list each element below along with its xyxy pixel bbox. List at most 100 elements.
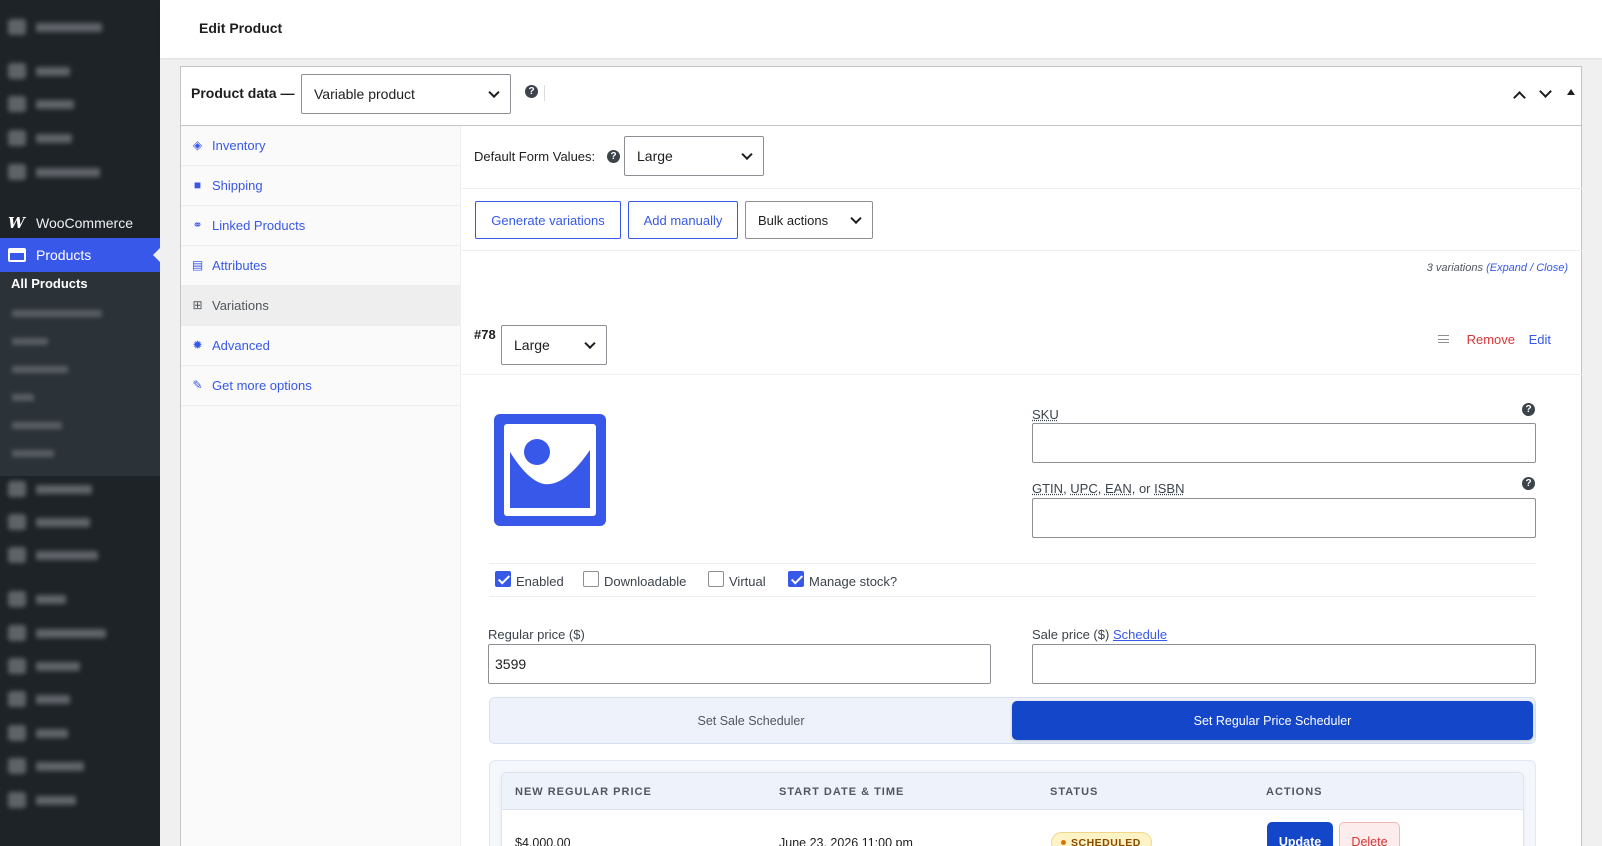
- remove-variation-link[interactable]: Remove: [1467, 332, 1515, 347]
- sidebar-item-products[interactable]: Products: [0, 238, 161, 272]
- tag-icon: ◈: [192, 138, 203, 152]
- chevron-down-icon: [488, 86, 500, 99]
- add-manually-button[interactable]: Add manually: [628, 201, 738, 239]
- expand-close-link[interactable]: (Expand / Close): [1486, 262, 1568, 274]
- sidebar-item-analytics[interactable]: [0, 513, 160, 531]
- tab-get-more-options[interactable]: ✎ Get more options: [181, 366, 460, 406]
- sidebar-item-payments[interactable]: [0, 480, 160, 498]
- collapse-triangle-icon[interactable]: [1567, 89, 1575, 95]
- chevron-down-icon: [584, 337, 596, 350]
- sidebar-item-appearance[interactable]: [0, 624, 160, 642]
- sidebar-subitem-tags[interactable]: [12, 394, 34, 401]
- variation-size-value: Large: [514, 337, 550, 353]
- help-icon[interactable]: ?: [607, 150, 620, 163]
- default-size-select[interactable]: Large: [624, 136, 764, 176]
- sidebar-item-marketing[interactable]: [0, 546, 160, 564]
- gear-icon: ✹: [192, 338, 203, 352]
- manage-stock-label: Manage stock?: [809, 574, 898, 589]
- sale-price-input[interactable]: [1032, 644, 1536, 684]
- archive-icon: [8, 248, 26, 262]
- tab-inventory[interactable]: ◈ Inventory: [181, 126, 460, 166]
- product-type-select[interactable]: Variable product: [301, 74, 511, 114]
- set-sale-scheduler-tab[interactable]: Set Sale Scheduler: [490, 698, 1012, 743]
- sidebar-subitem-all-products[interactable]: All Products: [11, 276, 88, 291]
- sidebar-subitem-reviews[interactable]: [12, 450, 54, 457]
- help-icon[interactable]: ?: [1522, 477, 1535, 490]
- sidebar-item-tools[interactable]: [0, 724, 160, 742]
- virtual-label: Virtual: [729, 574, 766, 589]
- status-badge: SCHEDULED: [1051, 832, 1152, 846]
- chevron-up-icon[interactable]: [1513, 91, 1526, 104]
- variation-size-select[interactable]: Large: [501, 325, 607, 365]
- enabled-label: Enabled: [516, 574, 564, 589]
- help-icon[interactable]: ?: [1522, 403, 1535, 416]
- gtin-input[interactable]: [1032, 498, 1536, 538]
- product-data-label: Product data —: [191, 85, 295, 101]
- divider: [489, 563, 1536, 564]
- set-regular-price-scheduler-tab[interactable]: Set Regular Price Scheduler: [1012, 701, 1533, 740]
- tab-label: Linked Products: [212, 218, 306, 233]
- sidebar-item-blocks[interactable]: [0, 590, 160, 608]
- sidebar-item-label: Products: [36, 247, 92, 263]
- update-button[interactable]: Update: [1267, 822, 1333, 846]
- drag-handle-icon[interactable]: [1438, 335, 1449, 343]
- scheduled-prices-table: NEW REGULAR PRICE START DATE & TIME STAT…: [501, 772, 1524, 846]
- tab-label: Get more options: [212, 378, 312, 393]
- divider: [462, 250, 1582, 251]
- variations-count-text: 3 variations: [1426, 262, 1483, 274]
- sidebar-subitem-add-new[interactable]: [12, 310, 102, 317]
- tab-linked-products[interactable]: ⚭ Linked Products: [181, 206, 460, 246]
- scheduler-toggle: Set Sale Scheduler Set Regular Price Sch…: [489, 697, 1536, 744]
- edit-variation-link[interactable]: Edit: [1529, 332, 1551, 347]
- page-title: Edit Product: [199, 20, 283, 36]
- divider: [462, 374, 1582, 375]
- chevron-down-icon[interactable]: [1539, 85, 1552, 98]
- status-dot-icon: [1061, 840, 1066, 845]
- sidebar-subitem-attributes[interactable]: [12, 422, 62, 429]
- variations-panel: Default Form Values: ? Large Generate va…: [462, 126, 1582, 846]
- sidebar-item-dashboard[interactable]: [0, 18, 160, 36]
- sidebar-subitem-brands[interactable]: [12, 338, 48, 345]
- generate-variations-button[interactable]: Generate variations: [475, 201, 621, 239]
- help-icon[interactable]: ?: [525, 85, 538, 98]
- sidebar-subitem-categories[interactable]: [12, 366, 68, 373]
- product-type-value: Variable product: [314, 86, 415, 102]
- sidebar-item-pages[interactable]: [0, 129, 160, 147]
- bulk-actions-value: Bulk actions: [758, 212, 829, 228]
- top-header: Edit Product: [160, 0, 1602, 58]
- sidebar-item-yoast[interactable]: [0, 791, 160, 809]
- chevron-down-icon: [850, 212, 862, 225]
- regular-price-input[interactable]: 3599: [488, 644, 991, 684]
- woocommerce-logo-icon: W: [8, 214, 25, 232]
- sidebar-item-comments[interactable]: [0, 163, 160, 181]
- downloadable-checkbox[interactable]: [583, 571, 599, 587]
- tab-advanced[interactable]: ✹ Advanced: [181, 326, 460, 366]
- sidebar-item-users[interactable]: [0, 690, 160, 708]
- virtual-checkbox[interactable]: [708, 571, 724, 587]
- sidebar-item-settings[interactable]: [0, 757, 160, 775]
- downloadable-label: Downloadable: [604, 574, 687, 589]
- sidebar-item-posts[interactable]: [0, 62, 160, 80]
- new-price-cell: $4,000.00: [515, 836, 571, 846]
- sidebar-item-media[interactable]: [0, 95, 160, 113]
- enabled-checkbox[interactable]: [495, 571, 511, 587]
- delete-button[interactable]: Delete: [1339, 822, 1400, 846]
- variation-image-placeholder-icon[interactable]: [492, 412, 608, 528]
- tab-shipping[interactable]: ■ Shipping: [181, 166, 460, 206]
- tab-label: Advanced: [212, 338, 270, 353]
- manage-stock-checkbox[interactable]: [788, 571, 804, 587]
- divider: [489, 596, 1536, 597]
- sidebar-item-woocommerce[interactable]: W WooCommerce: [0, 210, 160, 236]
- default-size-value: Large: [637, 148, 673, 164]
- default-form-values-label: Default Form Values:: [474, 149, 596, 164]
- schedule-link[interactable]: Schedule: [1113, 627, 1167, 642]
- admin-sidebar: W WooCommerce Products All Products: [0, 0, 161, 846]
- product-data-tabs: ◈ Inventory ■ Shipping ⚭ Linked Products…: [181, 126, 461, 846]
- sidebar-item-plugins[interactable]: [0, 657, 160, 675]
- plugin-icon: ✎: [192, 378, 203, 392]
- sku-input[interactable]: [1032, 423, 1536, 463]
- tab-variations[interactable]: ⊞ Variations: [181, 286, 460, 326]
- tab-attributes[interactable]: ▤ Attributes: [181, 246, 460, 286]
- bulk-actions-select[interactable]: Bulk actions: [745, 201, 873, 239]
- gtin-label: GTIN, UPC, EAN, or ISBN: [1032, 481, 1185, 496]
